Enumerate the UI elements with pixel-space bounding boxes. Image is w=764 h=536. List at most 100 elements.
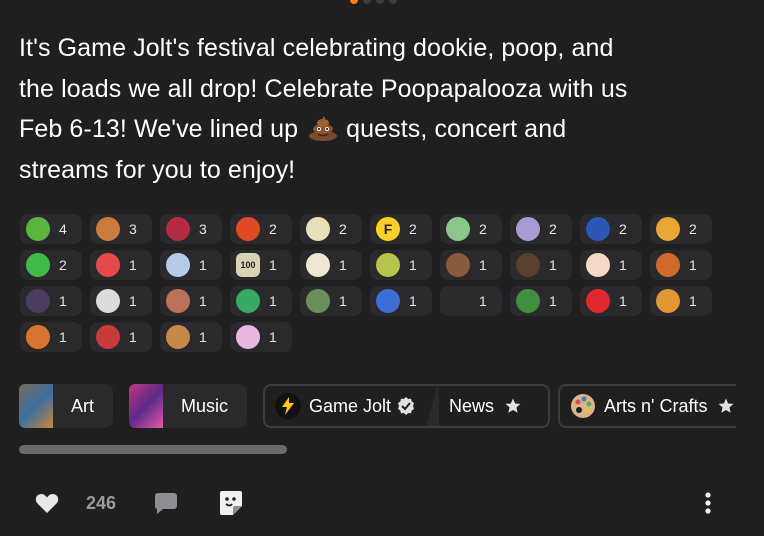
post-line: the loads we all drop! Celebrate Poopapa…	[19, 74, 628, 103]
sticker-count: 1	[619, 257, 627, 273]
sticker-reaction[interactable]: 1	[160, 286, 222, 316]
sticker-count: 3	[199, 221, 207, 237]
sticker-count: 1	[129, 293, 137, 309]
letter-f-sticker-icon: F	[376, 217, 400, 241]
carousel-dot[interactable]	[376, 0, 384, 4]
palette-icon	[571, 394, 595, 418]
channel-name: News	[449, 395, 495, 416]
like-count[interactable]: 246	[86, 493, 116, 514]
candy-heart-sticker-icon	[96, 325, 120, 349]
sticker-reaction[interactable]: 100 1	[230, 250, 292, 280]
like-button[interactable]	[34, 491, 60, 515]
sticker-count: 2	[549, 221, 557, 237]
sticker-count: 1	[59, 293, 67, 309]
sticker-button[interactable]	[218, 490, 244, 516]
sticker-reaction[interactable]: 1	[160, 250, 222, 280]
sticker-count: 1	[479, 257, 487, 273]
brown-bear-sticker-icon	[446, 253, 470, 277]
sticker-count: 1	[479, 293, 487, 309]
sticker-reaction[interactable]: 1	[300, 286, 362, 316]
carousel-pagination	[350, 0, 397, 4]
sticker-reaction[interactable]: 1	[90, 250, 152, 280]
sticker-reaction[interactable]: 1	[510, 286, 572, 316]
sticker-reaction[interactable]: 2	[650, 214, 712, 244]
star-icon	[505, 398, 521, 413]
orange-burger-sticker-icon	[656, 289, 680, 313]
community-channel-chip[interactable]: Game Jolt News	[263, 384, 550, 428]
sticker-reaction[interactable]: 3	[160, 214, 222, 244]
sticker-count: 2	[269, 221, 277, 237]
sticker-reaction[interactable]: 1	[20, 322, 82, 352]
carousel-dot[interactable]	[363, 0, 371, 4]
bowtie-sticker-icon	[96, 289, 120, 313]
sticker-reaction[interactable]: F2	[370, 214, 432, 244]
sticker-reaction[interactable]: 1	[20, 286, 82, 316]
poop-emoji-icon	[309, 116, 338, 141]
sticker-count: 1	[689, 293, 697, 309]
creeper-sticker-icon	[516, 289, 540, 313]
post-line: It's Game Jolt's festival celebrating do…	[19, 34, 614, 62]
comment-button[interactable]	[153, 491, 179, 515]
art-thumbnail	[19, 384, 53, 428]
sticker-reaction[interactable]: 2	[230, 214, 292, 244]
sticker-count: 1	[129, 329, 137, 345]
sticker-reaction[interactable]: 1	[370, 250, 432, 280]
sticker-reaction[interactable]: 2	[440, 214, 502, 244]
sticker-count: 1	[409, 293, 417, 309]
sticker-reaction[interactable]: 1	[230, 322, 292, 352]
sticker-reaction[interactable]: 1	[510, 250, 572, 280]
sticker-reaction[interactable]: 1	[650, 250, 712, 280]
sticker-reaction[interactable]: 1	[580, 286, 642, 316]
mustache-man-sticker-icon	[166, 289, 190, 313]
sticker-reaction[interactable]: 4	[20, 214, 82, 244]
sticker-reaction[interactable]: 1	[440, 286, 502, 316]
tag-music[interactable]: Music	[129, 384, 247, 428]
sticker-count: 1	[549, 257, 557, 273]
sticker-reaction[interactable]: 2	[20, 250, 82, 280]
sticker-count: 1	[59, 329, 67, 345]
green-alien-sticker-icon	[26, 253, 50, 277]
carousel-dot[interactable]	[389, 0, 397, 4]
sticker-reaction[interactable]: 1	[370, 286, 432, 316]
brown-phone-sticker-icon	[166, 325, 190, 349]
sticker-count: 1	[409, 257, 417, 273]
verified-badge-icon	[398, 397, 415, 415]
sticker-count: 1	[339, 257, 347, 273]
sticker-count: 1	[199, 329, 207, 345]
blue-bubble-sticker-icon	[166, 253, 190, 277]
sticker-reaction[interactable]: 1	[90, 322, 152, 352]
post-actions-bar: 246	[0, 485, 764, 521]
carousel-dot-active[interactable]	[350, 0, 358, 4]
sticker-reaction[interactable]: 1	[650, 286, 712, 316]
sticker-reaction[interactable]: 1	[580, 250, 642, 280]
sticker-count: 1	[269, 257, 277, 273]
sticker-icon	[220, 491, 242, 515]
sticker-count: 2	[339, 221, 347, 237]
more-options-button[interactable]	[698, 490, 718, 516]
horizontal-scrollbar[interactable]	[19, 445, 287, 454]
sticker-reaction[interactable]: 2	[510, 214, 572, 244]
sticker-reaction[interactable]: 1	[90, 286, 152, 316]
sticker-count: 1	[339, 293, 347, 309]
tag-art[interactable]: Art	[19, 384, 113, 428]
tag-art-label: Art	[71, 395, 95, 416]
sticker-reaction[interactable]: 2	[300, 214, 362, 244]
sticker-reaction[interactable]: 3	[90, 214, 152, 244]
red-face-sticker-icon	[166, 217, 190, 241]
post-line: streams for you to enjoy!	[19, 155, 296, 184]
tag-arts-n-crafts[interactable]: Arts n' Crafts	[558, 384, 736, 428]
red-apple-sticker-icon	[236, 217, 260, 241]
sticker-count: 2	[59, 257, 67, 273]
sticker-reaction[interactable]: 1	[300, 250, 362, 280]
post-text-fragment: Feb 6-13! We've lined up	[19, 115, 299, 143]
sticker-reaction[interactable]: 1	[440, 250, 502, 280]
green-dino-sticker-icon	[446, 217, 470, 241]
post-line: Feb 6-13! We've lined up quests, concert…	[19, 109, 739, 150]
sticker-reaction[interactable]: 2	[580, 214, 642, 244]
top-hat-sticker-icon	[26, 289, 50, 313]
sticker-reaction[interactable]: 1	[230, 286, 292, 316]
crowned-face-sticker-icon	[306, 253, 330, 277]
sticker-reaction[interactable]: 1	[160, 322, 222, 352]
heart-icon	[35, 493, 59, 513]
game-jolt-logo-icon	[275, 393, 301, 419]
